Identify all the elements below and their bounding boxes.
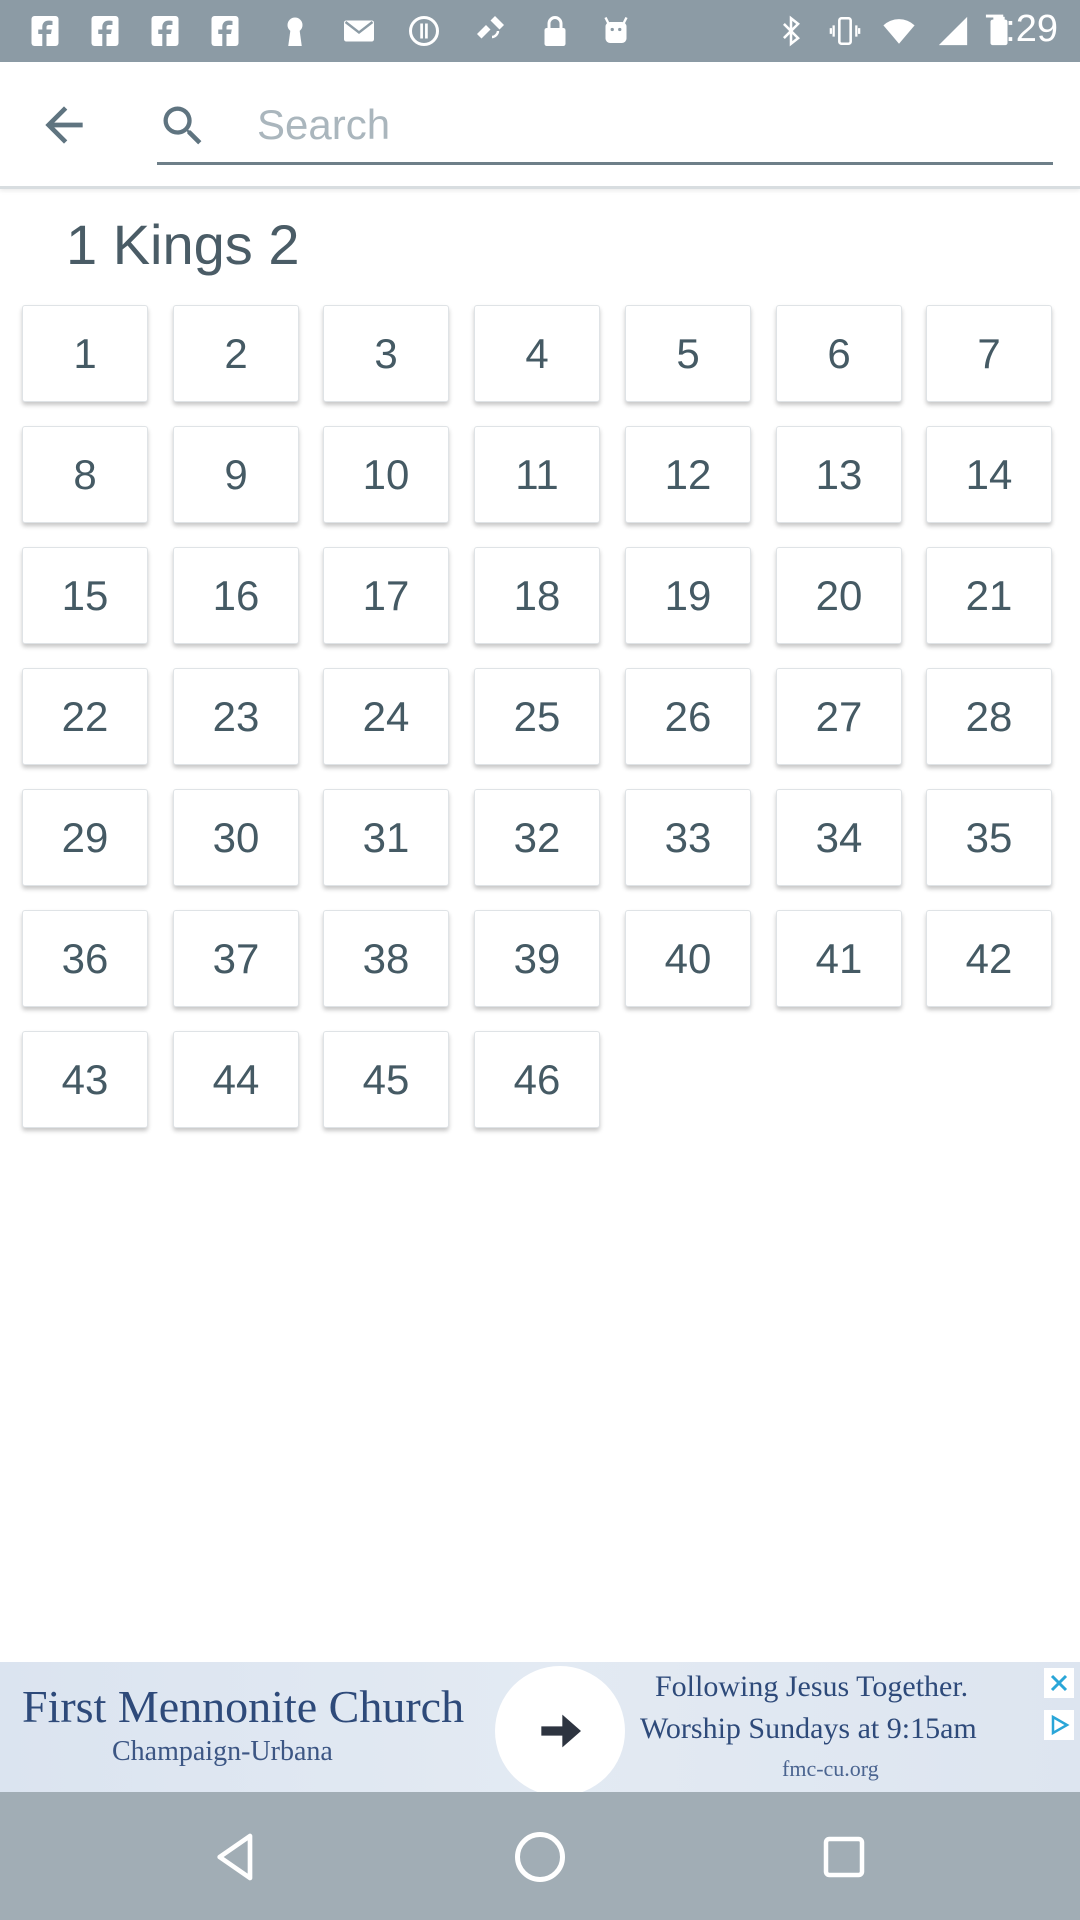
chapter-button[interactable]: 7 [926, 305, 1052, 402]
facebook-icon [206, 12, 244, 50]
chapter-button[interactable]: 42 [926, 910, 1052, 1007]
adchoices-button[interactable] [1044, 1710, 1074, 1740]
chapter-button[interactable]: 37 [173, 910, 299, 1007]
chapter-button[interactable]: 23 [173, 668, 299, 765]
chapter-button[interactable]: 35 [926, 789, 1052, 886]
page-title: 1 Kings 2 [66, 213, 300, 276]
chapter-button[interactable]: 12 [625, 426, 751, 523]
ad-title: First Mennonite Church [22, 1681, 465, 1732]
chapter-button[interactable]: 14 [926, 426, 1052, 523]
status-bar: 7:29 [0, 0, 1080, 62]
ad-schedule: Worship Sundays at 9:15am [640, 1712, 977, 1745]
wifi-icon [880, 12, 918, 50]
data-saver-icon [405, 12, 443, 50]
chapter-button[interactable]: 11 [474, 426, 600, 523]
ad-arrow-button[interactable] [495, 1666, 625, 1792]
chapter-button[interactable]: 21 [926, 547, 1052, 644]
chapter-button[interactable]: 43 [22, 1031, 148, 1128]
ad-subtitle: Champaign-Urbana [112, 1736, 333, 1767]
nav-back-button[interactable] [201, 1822, 271, 1892]
triangle-back-icon [217, 1833, 253, 1881]
chapter-button[interactable]: 1 [22, 305, 148, 402]
chapter-button[interactable]: 26 [625, 668, 751, 765]
battery-icon [980, 12, 1018, 50]
chapter-button[interactable]: 16 [173, 547, 299, 644]
chapter-button[interactable]: 44 [173, 1031, 299, 1128]
chapter-button[interactable]: 45 [323, 1031, 449, 1128]
chapter-button[interactable]: 31 [323, 789, 449, 886]
chapter-button[interactable]: 38 [323, 910, 449, 1007]
ad-banner[interactable]: First Mennonite Church Champaign-Urbana … [0, 1662, 1080, 1792]
nav-recents-button[interactable] [809, 1822, 879, 1892]
chapter-button[interactable]: 10 [323, 426, 449, 523]
search-icon [163, 106, 202, 145]
nav-home-button[interactable] [505, 1822, 575, 1892]
android-icon [597, 12, 635, 50]
chapter-button[interactable]: 15 [22, 547, 148, 644]
circle-home-icon [515, 1832, 565, 1882]
chapter-button[interactable]: 6 [776, 305, 902, 402]
square-recents-icon [823, 1836, 865, 1878]
chapter-button[interactable]: 8 [22, 426, 148, 523]
chapter-button[interactable]: 39 [474, 910, 600, 1007]
chapter-button[interactable]: 4 [474, 305, 600, 402]
chapter-button[interactable]: 18 [474, 547, 600, 644]
chapter-button[interactable]: 5 [625, 305, 751, 402]
chapter-button[interactable]: 20 [776, 547, 902, 644]
chapter-button[interactable]: 36 [22, 910, 148, 1007]
adchoices-icon [1051, 1714, 1070, 1736]
chapter-button[interactable]: 25 [474, 668, 600, 765]
chapter-button[interactable]: 29 [22, 789, 148, 886]
chapter-button[interactable]: 41 [776, 910, 902, 1007]
close-icon [1050, 1674, 1068, 1692]
chapter-button[interactable]: 28 [926, 668, 1052, 765]
arrow-forward-icon [541, 1714, 581, 1748]
chapter-button[interactable]: 34 [776, 789, 902, 886]
bluetooth-icon [772, 12, 810, 50]
back-button[interactable] [28, 92, 100, 158]
chapter-button[interactable]: 24 [323, 668, 449, 765]
lock-icon [536, 12, 574, 50]
facebook-icon [146, 12, 184, 50]
app-bar [0, 62, 1080, 189]
navigation-bar [0, 1792, 1080, 1920]
chapter-button[interactable]: 33 [625, 789, 751, 886]
chapter-button[interactable]: 3 [323, 305, 449, 402]
chapter-button[interactable]: 32 [474, 789, 600, 886]
chapter-button[interactable]: 22 [22, 668, 148, 765]
ad-url: fmc-cu.org [782, 1756, 879, 1781]
ad-close-button[interactable] [1044, 1668, 1074, 1698]
keyhole-icon [276, 12, 314, 50]
chapter-button[interactable]: 40 [625, 910, 751, 1007]
chapter-button[interactable]: 2 [173, 305, 299, 402]
facebook-icon [86, 12, 124, 50]
chapter-button[interactable]: 17 [323, 547, 449, 644]
ad-tagline: Following Jesus Together. [655, 1670, 969, 1703]
chapter-button[interactable]: 27 [776, 668, 902, 765]
chapter-button[interactable]: 19 [625, 547, 751, 644]
facebook-icon [26, 12, 64, 50]
vibrate-icon [826, 12, 864, 50]
mail-icon [340, 12, 378, 50]
chapter-button[interactable]: 9 [173, 426, 299, 523]
search-bar [157, 90, 1053, 165]
chapter-button[interactable]: 46 [474, 1031, 600, 1128]
satellite-icon [470, 12, 508, 50]
chapter-button[interactable]: 13 [776, 426, 902, 523]
search-input[interactable] [255, 94, 1039, 156]
signal-icon [934, 12, 972, 50]
arrow-back-icon [45, 106, 83, 144]
chapter-button[interactable]: 30 [173, 789, 299, 886]
